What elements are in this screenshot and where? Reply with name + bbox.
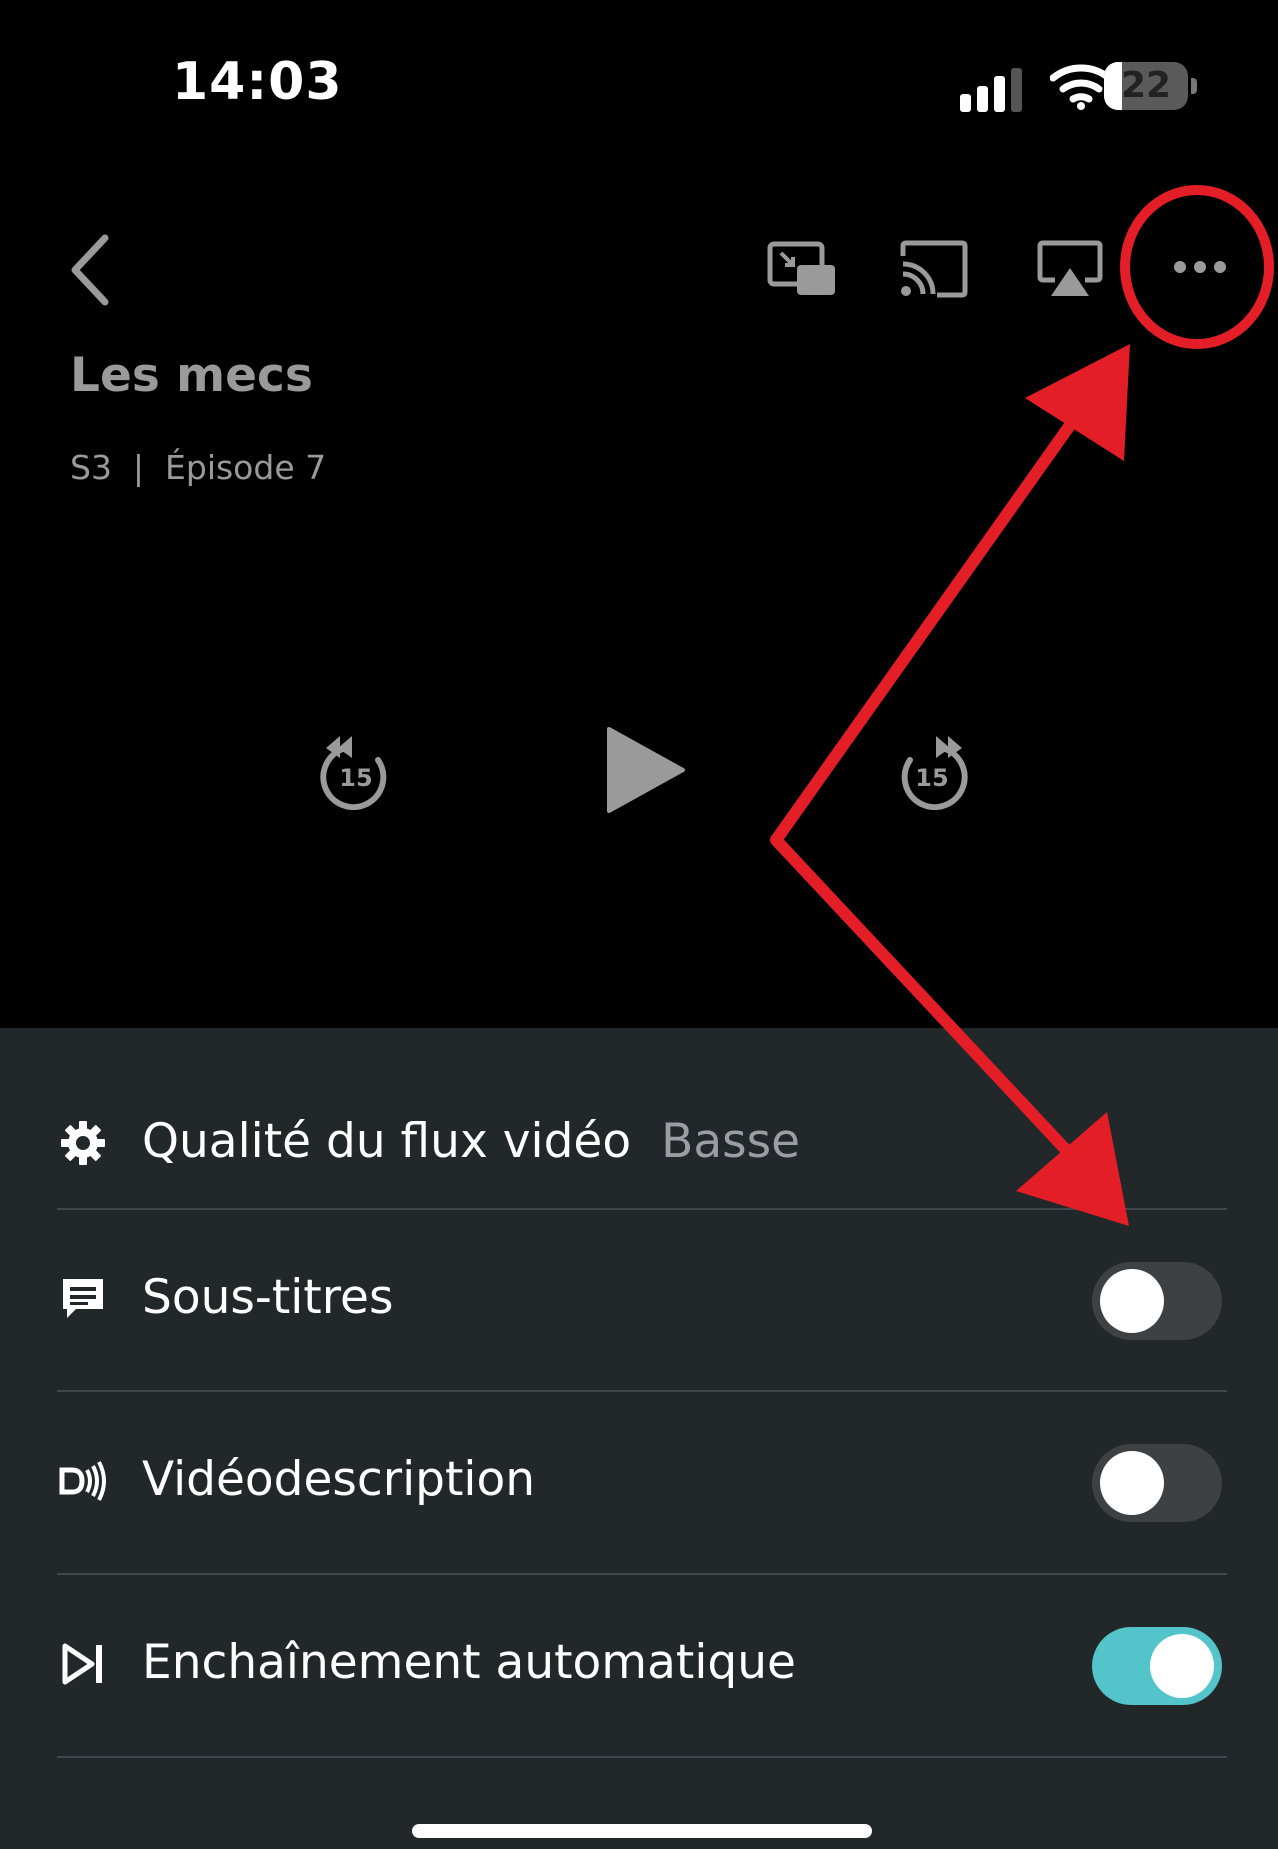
play-button[interactable] xyxy=(596,722,692,818)
more-horizontal-icon xyxy=(1174,261,1226,273)
video-description-row: Vidéodescription xyxy=(0,1392,1278,1574)
video-description-label: Vidéodescription xyxy=(142,1452,536,1507)
subtitles-icon xyxy=(58,1274,108,1324)
cast-button[interactable] xyxy=(894,234,974,304)
forward-15-icon: 15 xyxy=(901,736,968,810)
battery-level: 22 xyxy=(1120,65,1172,106)
gear-icon xyxy=(58,1118,108,1168)
rewind-15-button[interactable]: 15 xyxy=(316,730,396,810)
divider xyxy=(57,1756,1227,1758)
episode-info: S3 | Épisode 7 xyxy=(70,448,327,487)
media-title: Les mecs xyxy=(70,348,313,403)
cellular-signal-icon xyxy=(960,68,1030,112)
rewind-15-icon: 15 xyxy=(320,736,387,810)
picture-in-picture-button[interactable] xyxy=(762,234,842,304)
cast-icon xyxy=(900,240,968,298)
quality-label: Qualité du flux vidéo xyxy=(142,1114,632,1169)
forward-15-button[interactable]: 15 xyxy=(892,730,972,810)
battery-icon: 22 xyxy=(1104,62,1198,110)
audio-description-icon xyxy=(58,1456,108,1506)
playback-controls: 15 15 xyxy=(0,700,1278,840)
subtitles-row: Sous-titres xyxy=(0,1210,1278,1392)
picture-in-picture-icon xyxy=(767,241,835,295)
subtitles-toggle[interactable] xyxy=(1092,1262,1222,1340)
subtitles-label: Sous-titres xyxy=(142,1270,394,1325)
skip-next-icon xyxy=(58,1639,108,1689)
airplay-button[interactable] xyxy=(1030,234,1110,304)
status-time: 14:03 xyxy=(172,52,343,112)
rewind-seconds: 15 xyxy=(339,764,372,792)
autoplay-label: Enchaînement automatique xyxy=(142,1635,796,1690)
autoplay-row: Enchaînement automatique xyxy=(0,1575,1278,1757)
quality-row[interactable]: Qualité du flux vidéo Basse xyxy=(0,1028,1278,1210)
airplay-icon xyxy=(1037,240,1103,296)
video-description-toggle[interactable] xyxy=(1092,1444,1222,1522)
wifi-icon xyxy=(1050,64,1112,110)
annotation-arrowhead-up xyxy=(1025,344,1130,461)
forward-seconds: 15 xyxy=(915,764,948,792)
quality-value: Basse xyxy=(661,1114,801,1169)
status-bar: 14:03 22 xyxy=(0,0,1278,170)
autoplay-toggle[interactable] xyxy=(1092,1627,1222,1705)
chevron-left-icon xyxy=(71,234,109,306)
play-icon xyxy=(607,727,685,813)
home-indicator xyxy=(412,1824,872,1838)
top-controls xyxy=(0,200,1278,340)
back-button[interactable] xyxy=(55,228,125,312)
more-options-button[interactable] xyxy=(1166,242,1234,292)
settings-sheet: Qualité du flux vidéo Basse Sous-titres xyxy=(0,1028,1278,1849)
